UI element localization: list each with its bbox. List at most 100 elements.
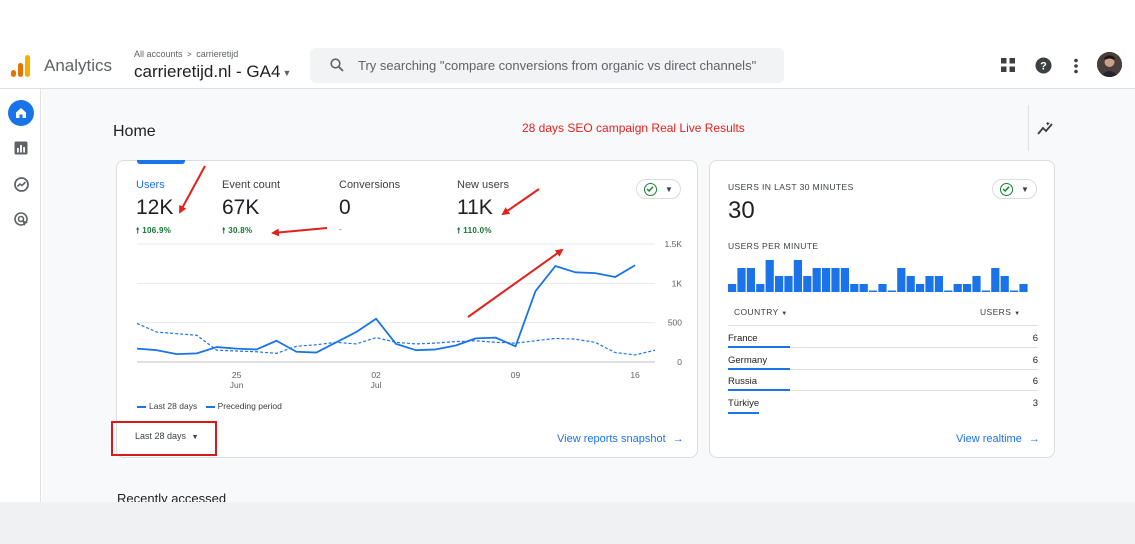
bottom-margin <box>0 502 1135 544</box>
analytics-app: Analytics All accounts > carrieretijd ca… <box>0 0 1135 544</box>
series-line-last-28-days <box>136 264 636 356</box>
country-column-header[interactable]: COUNTRY ▼ <box>734 307 788 317</box>
x-tick-label: 09 <box>511 370 521 380</box>
nav-home[interactable] <box>8 100 34 126</box>
legend-current: Last 28 days <box>137 401 197 411</box>
minute-bar <box>916 284 925 292</box>
table-row[interactable]: France 6 <box>728 327 1038 348</box>
users-cell: 6 <box>1032 333 1038 344</box>
country-cell: France <box>728 333 758 344</box>
help-icon[interactable]: ? <box>1035 57 1052 74</box>
advertising-icon <box>13 211 28 226</box>
minute-bar <box>934 276 943 292</box>
minute-bar <box>944 290 953 292</box>
campaign-annotation: 28 days SEO campaign Real Live Results <box>522 121 745 135</box>
y-tick-label: 1.5K <box>665 239 683 249</box>
breadcrumb-account[interactable]: carrieretijd <box>196 49 238 59</box>
minute-bar <box>869 290 878 292</box>
minute-bar <box>897 268 906 292</box>
main-content: Home 28 days SEO campaign Real Live Resu… <box>42 89 1135 506</box>
caret-down-icon: ▼ <box>1021 185 1029 194</box>
top-margin <box>0 0 1135 42</box>
minute-bar <box>746 268 755 292</box>
analytics-logo-icon[interactable] <box>11 55 31 77</box>
dashed-line-swatch <box>205 405 215 408</box>
minute-bar <box>1000 276 1009 292</box>
check-circle-icon <box>1000 183 1013 196</box>
more-vert-icon[interactable] <box>1073 58 1079 74</box>
minute-bar <box>784 276 793 292</box>
realtime-users-value: 30 <box>728 197 755 224</box>
minute-bar <box>953 284 962 292</box>
realtime-title: USERS IN LAST 30 MINUTES <box>728 182 854 192</box>
users-column-header[interactable]: USERS ▼ <box>980 307 1020 317</box>
country-cell: Germany <box>728 355 768 366</box>
minute-bar <box>840 268 849 292</box>
app-name: Analytics <box>44 56 113 75</box>
minute-bar <box>1019 284 1028 292</box>
reports-icon <box>14 141 28 155</box>
explore-icon <box>13 176 29 192</box>
minute-bar <box>728 284 737 292</box>
highlight-box <box>111 421 217 456</box>
nav-advertising[interactable] <box>8 206 34 232</box>
realtime-comparison-toggle[interactable]: ▼ <box>992 179 1037 199</box>
users-cell: 6 <box>1032 355 1038 366</box>
table-row[interactable]: Russia 6 <box>728 370 1038 391</box>
minute-bar <box>972 276 981 292</box>
nav-reports[interactable] <box>8 135 34 161</box>
search-icon <box>330 58 344 72</box>
country-cell: Türkiye <box>728 398 760 409</box>
avatar-photo-icon <box>1097 52 1122 77</box>
account-breadcrumb[interactable]: All accounts > carrieretijd <box>134 49 238 59</box>
chart-legend: Last 28 days Preceding period <box>137 401 282 411</box>
minute-bar <box>775 276 784 292</box>
x-tick-month-label: Jul <box>371 380 382 390</box>
minute-bar <box>991 268 1000 292</box>
x-tick-label: 02 <box>371 370 381 380</box>
top-app-bar: Analytics All accounts > carrieretijd ca… <box>0 42 1135 89</box>
caret-down-icon: ▼ <box>781 311 788 317</box>
minute-bar <box>1010 290 1019 292</box>
table-divider <box>728 325 1038 326</box>
home-icon <box>16 108 26 118</box>
table-row[interactable]: Germany 6 <box>728 349 1038 370</box>
view-reports-snapshot-link[interactable]: View reports snapshot → <box>557 433 684 445</box>
minute-bar <box>822 268 831 292</box>
arrow-right-icon: → <box>1028 433 1040 445</box>
insights-icon[interactable] <box>1037 122 1055 136</box>
svg-text:?: ? <box>1040 61 1047 73</box>
share-bar <box>728 412 759 414</box>
users-cell: 3 <box>1032 398 1038 409</box>
realtime-card: USERS IN LAST 30 MINUTES 30 USERS PER MI… <box>709 160 1055 458</box>
minute-bar <box>812 268 821 292</box>
caret-down-icon: ▼ <box>282 67 292 78</box>
y-tick-label: 500 <box>668 318 682 328</box>
minute-bar <box>765 260 774 292</box>
account-avatar[interactable] <box>1097 52 1122 77</box>
search-bar[interactable]: Try searching "compare conversions from … <box>310 48 784 83</box>
solid-line-swatch <box>137 405 146 408</box>
users-cell: 6 <box>1032 376 1038 387</box>
minute-bar <box>906 276 915 292</box>
series-line-preceding-period <box>136 322 656 356</box>
users-per-minute-bars <box>728 260 1028 292</box>
minute-bar <box>859 284 868 292</box>
minute-bar <box>737 268 746 292</box>
users-line-chart: 1.5K 1K 500 0 25Jun 02Jul 09 16 <box>136 239 683 390</box>
share-bar <box>728 346 790 348</box>
divider <box>1028 105 1029 151</box>
apps-grid-icon[interactable] <box>1001 58 1015 72</box>
view-realtime-link[interactable]: View realtime → <box>956 433 1040 445</box>
table-row[interactable]: Türkiye 3 <box>728 392 1038 414</box>
property-selector[interactable]: carrieretijd.nl - GA4 ▼ <box>134 62 291 82</box>
minute-bar <box>887 290 896 292</box>
legend-previous: Preceding period <box>205 401 282 411</box>
minute-bar <box>925 276 934 292</box>
breadcrumb-all-accounts[interactable]: All accounts <box>134 49 183 59</box>
x-tick-label: 25 <box>232 370 242 380</box>
caret-down-icon: ▼ <box>1014 311 1021 317</box>
nav-explore[interactable] <box>8 171 34 197</box>
minute-bar <box>878 284 887 292</box>
users-per-minute-label: USERS PER MINUTE <box>728 241 819 251</box>
